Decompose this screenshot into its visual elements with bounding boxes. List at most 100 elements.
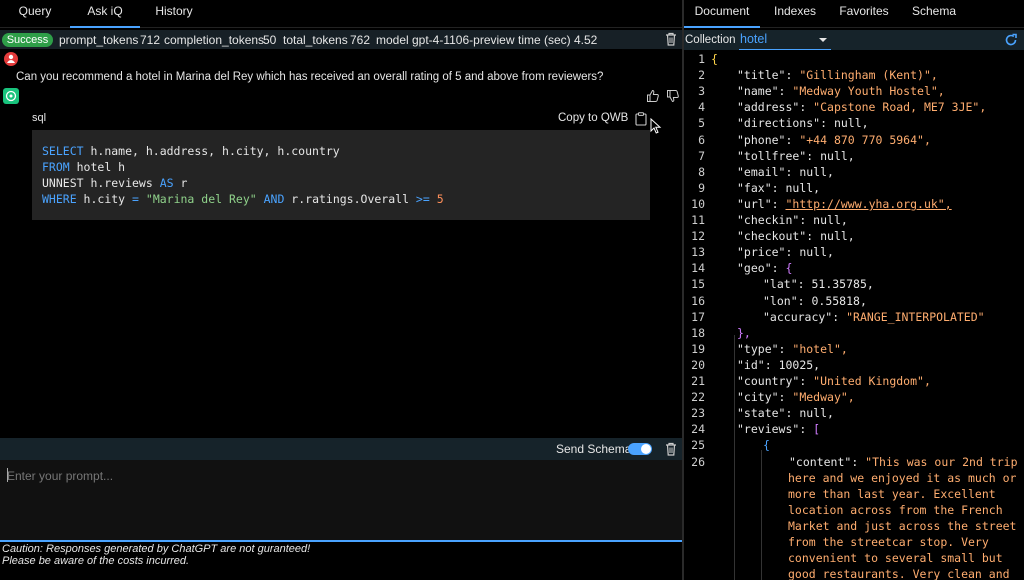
json-value: null,	[820, 229, 855, 244]
json-colon: :	[778, 341, 793, 356]
collection-value: hotel	[740, 32, 768, 46]
sql-number: 5	[436, 192, 444, 206]
json-colon: :	[785, 245, 800, 260]
copy-to-qwb-button[interactable]: Copy to QWB	[558, 112, 628, 124]
send-schema-toggle[interactable]	[628, 443, 652, 455]
status-badge: Success	[2, 33, 53, 47]
json-value: "Gillingham (Kent)",	[799, 68, 938, 83]
toggle-knob	[641, 444, 651, 454]
line-number: 9	[698, 180, 705, 195]
collection-label: Collection	[685, 34, 736, 46]
collection-bar: Collection hotel	[684, 30, 1024, 50]
tab-indexes[interactable]: Indexes	[760, 0, 830, 28]
clear-results-trash-icon[interactable]	[665, 32, 677, 46]
json-value: 10025,	[778, 357, 821, 372]
line-number: 15	[691, 277, 705, 292]
json-colon: :	[799, 374, 814, 388]
tab-history[interactable]: History	[140, 0, 208, 28]
tab-query[interactable]: Query	[0, 0, 70, 28]
time-value: 4.52	[574, 33, 598, 47]
chatgpt-avatar-icon	[3, 88, 19, 104]
json-value: "Medway",	[792, 390, 855, 405]
line-number: 22	[691, 390, 705, 405]
json-value: {	[711, 52, 718, 66]
clipboard-icon[interactable]	[635, 112, 647, 126]
line-number: 17	[691, 309, 705, 324]
json-line: "fax": null,	[737, 181, 820, 195]
right-pane: Document Indexes Favorites Schema Collec…	[684, 0, 1024, 580]
tab-ask-iq[interactable]: Ask iQ	[70, 0, 140, 28]
json-key: "name"	[737, 84, 779, 99]
json-line: "content": "This was our 2nd trip	[789, 455, 1018, 469]
sql-keyword: AND	[256, 192, 292, 206]
text-cursor	[7, 468, 8, 482]
sql-keyword: FROM	[42, 160, 70, 174]
caution-footer: Caution: Responses generated by ChatGPT …	[0, 540, 682, 580]
left-pane: Query Ask iQ History Success prompt_toke…	[0, 0, 682, 580]
json-line: "id": 10025,	[737, 358, 820, 372]
json-value: "RANGE_INTERPOLATED"	[846, 309, 985, 324]
json-value-wrap: location across from the French	[788, 502, 1003, 517]
prompt-input[interactable]	[0, 460, 682, 540]
json-line: "lat": 51.35785,	[763, 277, 874, 291]
model-value: gpt-4-1106-preview	[412, 33, 515, 47]
tab-favorites[interactable]: Favorites	[830, 0, 898, 28]
json-colon: :	[820, 116, 834, 131]
line-number: 25	[691, 438, 705, 453]
json-line: "lon": 0.55818,	[763, 294, 867, 308]
json-value-wrap: Market and just across the street	[788, 518, 1017, 533]
json-line: "name": "Medway Youth Hostel",	[737, 84, 945, 98]
thumbs-down-icon[interactable]	[666, 89, 680, 103]
line-number: 8	[698, 164, 705, 179]
line-number: 19	[691, 341, 705, 356]
json-colon: :	[785, 406, 800, 421]
json-key: "accuracy"	[763, 309, 833, 324]
line-number: 1	[698, 52, 705, 66]
user-question: Can you recommend a hotel in Marina del …	[16, 71, 604, 83]
json-key: "id"	[737, 357, 765, 372]
total-tokens-value: 762	[350, 33, 371, 47]
json-colon: :	[799, 422, 814, 437]
sql-keyword: AS	[159, 176, 174, 190]
time-label: time (sec)	[518, 33, 571, 47]
sql-text: h.city	[76, 192, 133, 206]
json-value: "Capstone Road, ME7 3JE",	[813, 100, 987, 115]
model-label: model	[376, 33, 409, 47]
sql-text: h.name, h.address, h.city, h.country	[83, 144, 340, 158]
line-number: 13	[691, 245, 705, 260]
json-line: "checkout": null,	[737, 229, 855, 243]
sql-keyword: WHERE	[42, 192, 77, 206]
json-colon: :	[785, 164, 800, 179]
sql-text: r	[173, 176, 188, 190]
clear-prompt-trash-icon[interactable]	[665, 442, 677, 456]
prompt-tokens-value: 712	[140, 33, 161, 47]
refresh-icon[interactable]	[1004, 33, 1018, 47]
json-line: "directions": null,	[737, 116, 869, 130]
json-url-link[interactable]: "http://www.yha.org.uk",	[785, 197, 951, 211]
line-number: 26	[691, 454, 705, 469]
user-avatar-icon	[4, 52, 18, 66]
json-line: "title": "Gillingham (Kent)",	[737, 68, 938, 82]
line-number: 20	[691, 357, 705, 372]
sql-code-block: sql Copy to QWB SELECT h.name, h.address…	[32, 108, 650, 220]
json-document-view[interactable]: 1 {2 "title": "Gillingham (Kent)", 3 "name":…	[684, 50, 1024, 580]
json-value: null,	[820, 148, 855, 163]
json-key: "city"	[737, 390, 779, 405]
line-number: 21	[691, 374, 705, 388]
thumbs-up-icon[interactable]	[646, 89, 660, 103]
line-number: 16	[691, 293, 705, 308]
status-bar: Success prompt_tokens 712 completion_tok…	[0, 30, 682, 49]
json-line: "email": null,	[737, 165, 834, 179]
tab-schema[interactable]: Schema	[898, 0, 970, 28]
collection-select[interactable]: hotel	[739, 30, 831, 50]
tab-document[interactable]: Document	[684, 0, 760, 28]
json-key: "tollfree"	[737, 148, 807, 163]
json-line: "price": null,	[737, 245, 834, 259]
json-key: "directions"	[737, 116, 821, 131]
schema-bar: Send Schema	[0, 438, 682, 460]
caution-line-1: Caution: Responses generated by ChatGPT …	[2, 543, 311, 555]
code-language-label: sql	[32, 112, 47, 124]
json-value: null,	[813, 213, 848, 227]
json-key: "email"	[737, 164, 786, 179]
line-number: 18	[691, 325, 705, 340]
